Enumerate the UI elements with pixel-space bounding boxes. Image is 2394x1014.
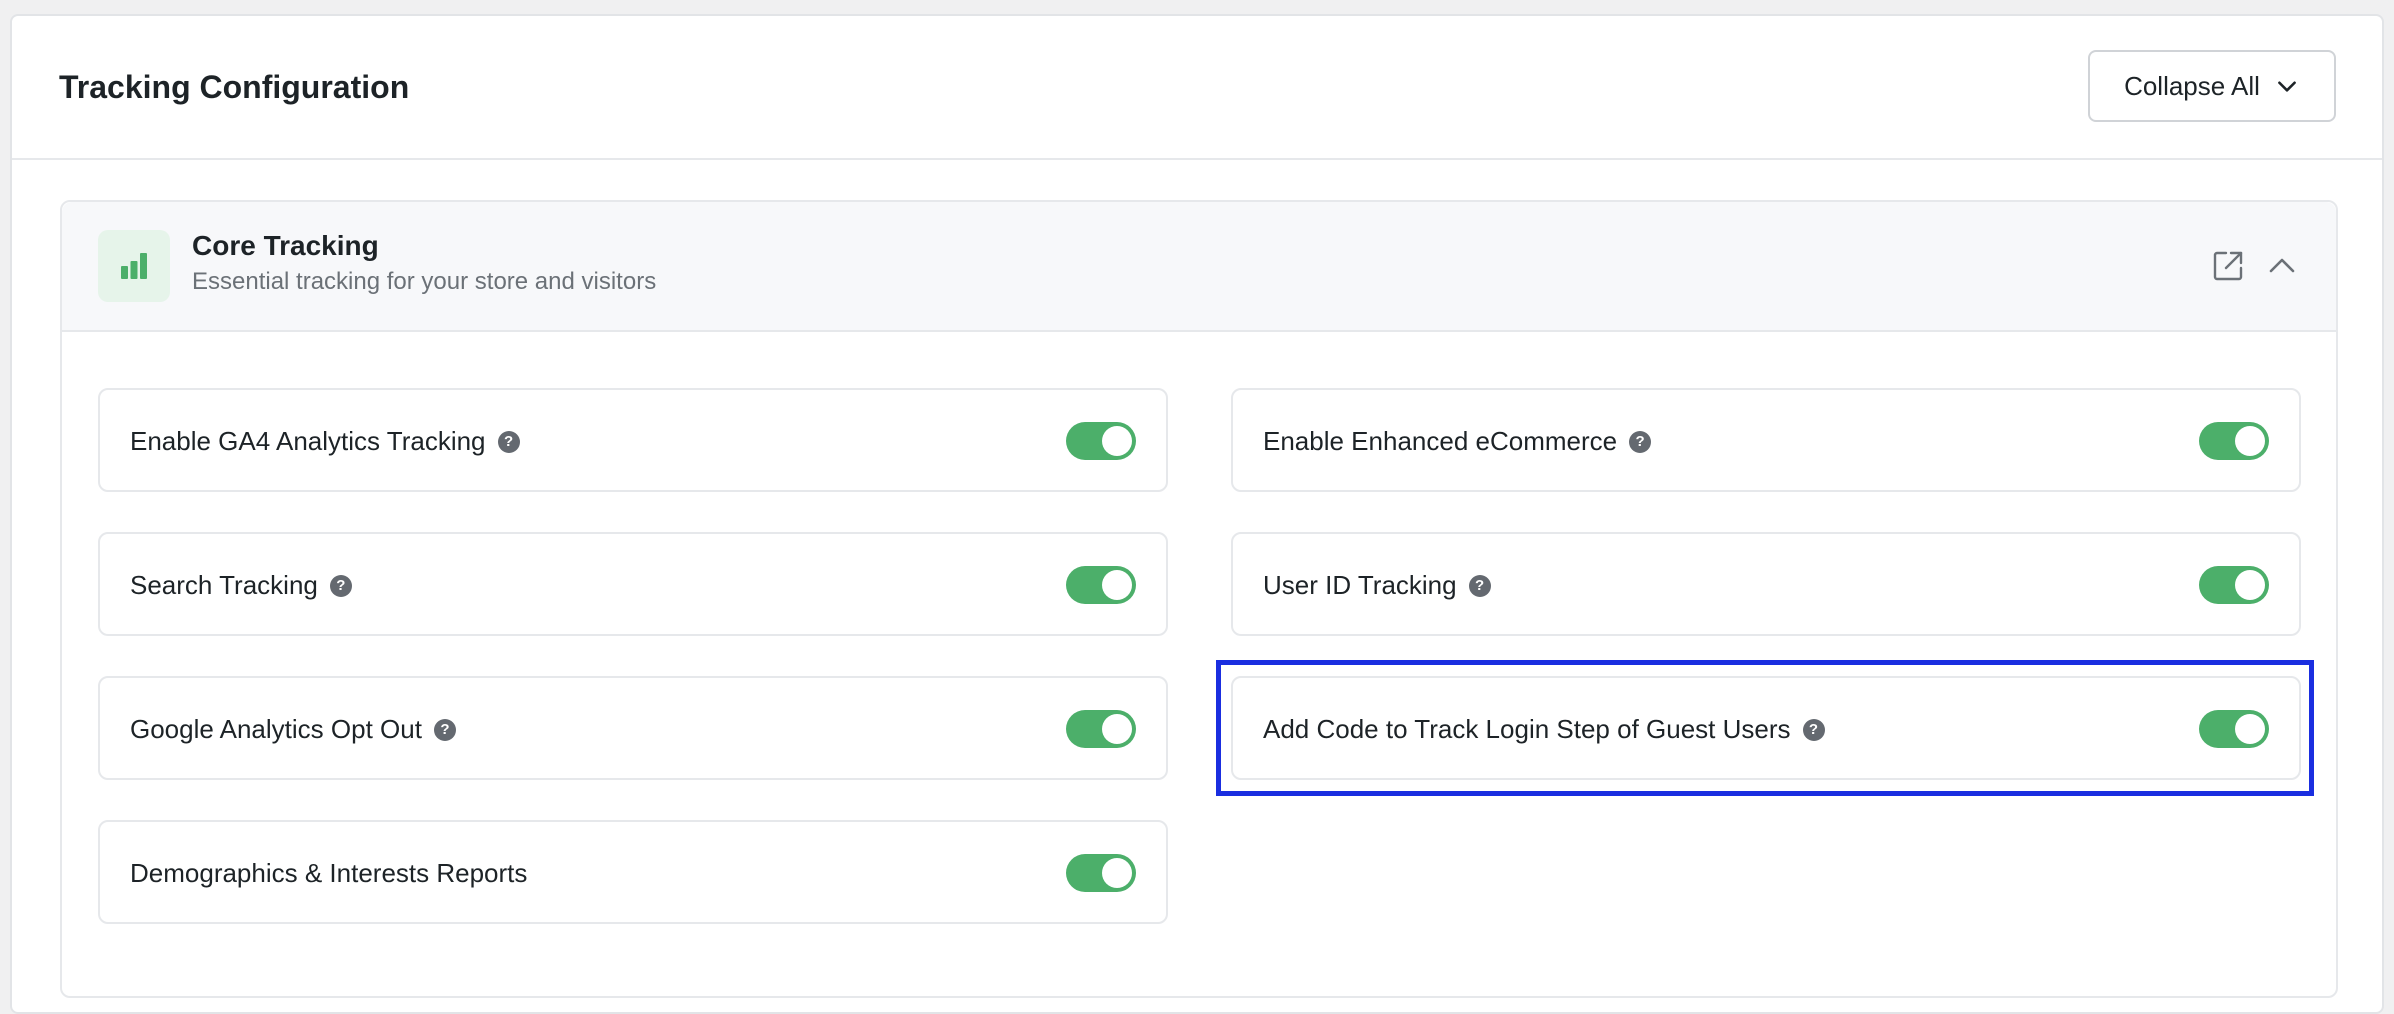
- setting-card-ga4-tracking: Enable GA4 Analytics Tracking ?: [98, 388, 1168, 492]
- setting-label: Demographics & Interests Reports: [130, 858, 528, 888]
- section-subtitle: Essential tracking for your store and vi…: [192, 268, 657, 295]
- ga-opt-out-toggle[interactable]: [1066, 710, 1136, 748]
- setting-label: Add Code to Track Login Step of Guest Us…: [1263, 714, 1791, 744]
- help-icon[interactable]: ?: [329, 574, 352, 597]
- setting-label: Search Tracking: [130, 570, 318, 600]
- chevron-down-icon: [2278, 81, 2296, 92]
- setting-card-search-tracking: Search Tracking ?: [98, 532, 1168, 636]
- toggle-knob: [1102, 858, 1132, 888]
- help-icon[interactable]: ?: [497, 430, 520, 453]
- help-icon[interactable]: ?: [1629, 430, 1652, 453]
- bar-chart-icon: [98, 230, 170, 302]
- setting-label: Google Analytics Opt Out: [130, 714, 422, 744]
- help-icon[interactable]: ?: [1802, 718, 1825, 741]
- setting-card-guest-login-tracking: Add Code to Track Login Step of Guest Us…: [1231, 676, 2301, 780]
- section-title: Core Tracking: [192, 230, 379, 261]
- setting-card-ga-opt-out: Google Analytics Opt Out ?: [98, 676, 1168, 780]
- toggle-knob: [1102, 714, 1132, 744]
- setting-card-user-id-tracking: User ID Tracking ?: [1231, 532, 2301, 636]
- collapse-all-button[interactable]: Collapse All: [2088, 50, 2336, 122]
- ga4-tracking-toggle[interactable]: [1066, 422, 1136, 460]
- setting-label: Enable Enhanced eCommerce: [1263, 426, 1618, 456]
- guest-login-tracking-toggle[interactable]: [2199, 710, 2269, 748]
- core-tracking-section: Core Tracking Essential tracking for you…: [60, 200, 2338, 998]
- user-id-tracking-toggle[interactable]: [2199, 566, 2269, 604]
- toggle-knob: [2235, 570, 2265, 600]
- demographics-reports-toggle[interactable]: [1066, 854, 1136, 892]
- search-tracking-toggle[interactable]: [1066, 566, 1136, 604]
- help-icon[interactable]: ?: [1468, 574, 1491, 597]
- setting-card-enhanced-ecommerce: Enable Enhanced eCommerce ?: [1231, 388, 2301, 492]
- tracking-configuration-panel: Tracking Configuration Collapse All Core…: [10, 14, 2384, 1014]
- chevron-up-icon[interactable]: [2264, 248, 2300, 284]
- toggle-knob: [2235, 426, 2265, 456]
- page-title: Tracking Configuration: [59, 69, 410, 105]
- help-icon[interactable]: ?: [433, 718, 456, 741]
- toggle-knob: [2235, 714, 2265, 744]
- toggle-knob: [1102, 426, 1132, 456]
- setting-card-demographics-reports: Demographics & Interests Reports: [98, 820, 1168, 924]
- setting-label: User ID Tracking: [1263, 570, 1457, 600]
- toggle-knob: [1102, 570, 1132, 600]
- panel-header: Tracking Configuration Collapse All: [12, 16, 2382, 160]
- enhanced-ecommerce-toggle[interactable]: [2199, 422, 2269, 460]
- collapse-all-label: Collapse All: [2124, 70, 2260, 101]
- section-header[interactable]: Core Tracking Essential tracking for you…: [62, 202, 2336, 332]
- setting-label: Enable GA4 Analytics Tracking: [130, 426, 486, 456]
- external-link-icon[interactable]: [2210, 248, 2246, 284]
